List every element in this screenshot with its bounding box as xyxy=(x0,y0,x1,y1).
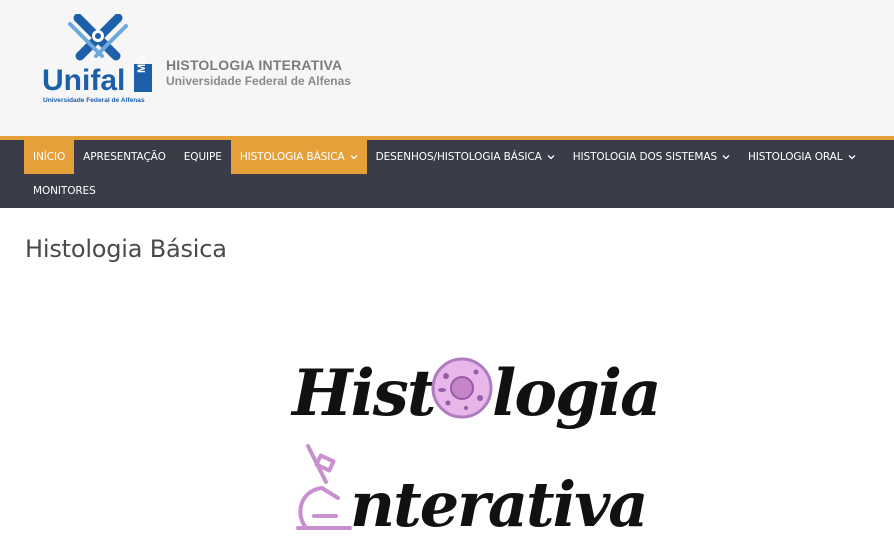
chevron-down-icon xyxy=(722,155,730,160)
site-header: Unifal MG Universidade Federal de Alfena… xyxy=(0,0,894,138)
nav-item-label: EQUIPE xyxy=(183,151,222,163)
site-branding[interactable]: HISTOLOGIA INTERATIVA Universidade Feder… xyxy=(166,57,351,88)
microscope-icon xyxy=(296,444,352,530)
logo-x-icon xyxy=(68,14,128,61)
logo-tagline: Universidade Federal de Alfenas xyxy=(43,97,145,104)
nav-item-histologia-basica[interactable]: HISTOLOGIA BÁSICA xyxy=(230,140,367,174)
logo-suffix: MG xyxy=(136,55,148,73)
banner-line-2: nterativa xyxy=(350,468,646,535)
nav-item-label: APRESENTAÇÃO xyxy=(83,151,166,163)
chevron-down-icon xyxy=(848,155,855,160)
banner-line-1-end: logia xyxy=(492,356,660,431)
nav-item-label: HISTOLOGIA DOS SISTEMAS xyxy=(572,151,718,163)
cell-icon xyxy=(431,357,493,419)
nav-item-inicio[interactable]: INÍCIO xyxy=(24,140,75,174)
unifal-logo[interactable]: Unifal MG Universidade Federal de Alfena… xyxy=(40,14,158,106)
histologia-interativa-banner: Hist logia nterativa xyxy=(290,356,662,535)
nav-item-label: HISTOLOGIA BÁSICA xyxy=(239,151,345,163)
main-navigation: INÍCIO APRESENTAÇÃO EQUIPE HISTOLOGIA BÁ… xyxy=(0,140,894,208)
nav-row-primary: INÍCIO APRESENTAÇÃO EQUIPE HISTOLOGIA BÁ… xyxy=(24,140,865,174)
nav-item-histologia-oral[interactable]: HISTOLOGIA ORAL xyxy=(739,140,865,174)
nav-item-label: DESENHOS/HISTOLOGIA BÁSICA xyxy=(375,151,542,163)
page-title: Histologia Básica xyxy=(25,235,227,263)
nav-item-label: INÍCIO xyxy=(33,151,66,163)
nav-item-apresentacao[interactable]: APRESENTAÇÃO xyxy=(74,140,175,174)
nav-item-label: MONITORES xyxy=(33,185,96,197)
nav-item-desenhos-histologia-basica[interactable]: DESENHOS/HISTOLOGIA BÁSICA xyxy=(367,140,564,174)
chevron-down-icon xyxy=(350,155,358,160)
banner-line-1: Hist xyxy=(290,356,436,431)
site-title[interactable]: HISTOLOGIA INTERATIVA xyxy=(166,57,351,73)
nav-item-equipe[interactable]: EQUIPE xyxy=(175,140,231,174)
logo-wordmark: Unifal xyxy=(42,64,125,97)
nav-item-monitores[interactable]: MONITORES xyxy=(24,174,105,208)
chevron-down-icon xyxy=(547,155,555,160)
nav-item-label: HISTOLOGIA ORAL xyxy=(748,151,843,163)
nav-item-histologia-dos-sistemas[interactable]: HISTOLOGIA DOS SISTEMAS xyxy=(564,140,739,174)
nav-row-secondary: MONITORES xyxy=(24,174,105,208)
site-subtitle: Universidade Federal de Alfenas xyxy=(166,74,351,88)
